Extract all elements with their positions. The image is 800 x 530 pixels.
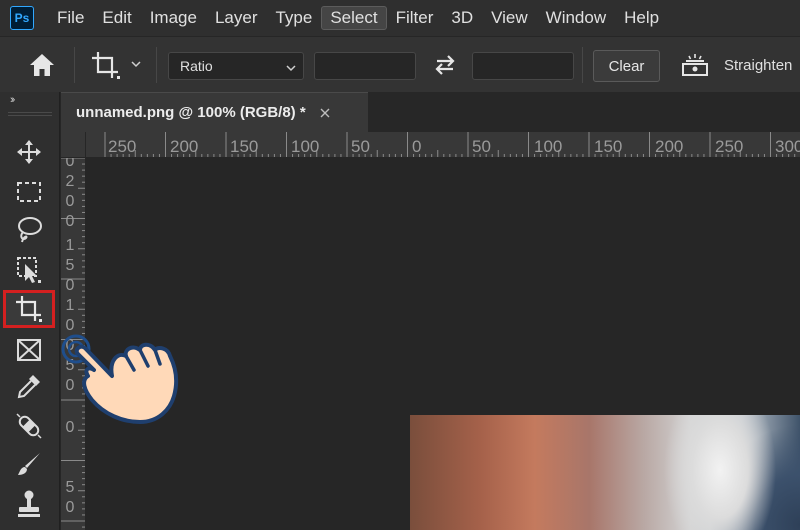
move-icon	[17, 140, 41, 164]
bandage-icon	[16, 413, 42, 439]
ruler-label: 150	[594, 137, 623, 156]
width-input[interactable]	[314, 52, 416, 80]
ruler-label: 250	[108, 137, 137, 156]
straighten-label[interactable]: Straighten	[724, 57, 792, 74]
options-divider	[582, 47, 583, 83]
ruler-label: 0	[65, 277, 75, 294]
menu-3d[interactable]: 3D	[442, 6, 482, 30]
object-selection-tool[interactable]	[6, 252, 52, 288]
document-tab[interactable]: unnamed.png @ 100% (RGB/8) *	[61, 92, 368, 132]
brush-icon	[18, 453, 40, 475]
chevron-down-icon[interactable]	[130, 57, 142, 69]
ruler-label: 300	[775, 137, 800, 156]
ruler-label: 0	[65, 499, 75, 516]
ruler-label: 100	[291, 137, 320, 156]
options-divider	[156, 47, 157, 83]
menu-file[interactable]: File	[48, 6, 93, 30]
ruler-label: 2	[65, 173, 75, 190]
menu-window[interactable]: Window	[537, 6, 615, 30]
clone-stamp-tool[interactable]	[6, 486, 52, 522]
document-image[interactable]	[410, 415, 800, 530]
menu-bar: Ps File Edit Image Layer Type Select Fil…	[0, 0, 800, 36]
rectangular-marquee-icon	[17, 182, 41, 202]
ruler-label: 1	[65, 237, 75, 254]
stamp-icon	[18, 490, 40, 517]
straighten-icon[interactable]	[680, 52, 710, 78]
document-tab-bar: unnamed.png @ 100% (RGB/8) *	[61, 92, 800, 132]
menu-image[interactable]: Image	[141, 6, 206, 30]
menu-edit[interactable]: Edit	[93, 6, 140, 30]
ruler-label: 150	[230, 137, 259, 156]
ruler-label: 0	[65, 193, 75, 210]
ratio-select-value: Ratio	[180, 58, 213, 74]
menu-select[interactable]: Select	[321, 6, 387, 30]
photoshop-logo[interactable]: Ps	[10, 6, 34, 30]
ruler-label: 50	[472, 137, 491, 156]
menu-view[interactable]: View	[482, 6, 537, 30]
crop-icon	[16, 296, 42, 322]
brush-tool[interactable]	[6, 446, 52, 482]
move-tool[interactable]	[6, 134, 52, 170]
document-tab-title: unnamed.png @ 100% (RGB/8) *	[76, 104, 306, 121]
clear-button[interactable]: Clear	[593, 50, 660, 82]
height-input[interactable]	[472, 52, 574, 80]
tools-panel: ››	[0, 92, 60, 530]
lasso-icon	[18, 217, 42, 243]
ruler-label: 200	[170, 137, 199, 156]
ruler-label: 1	[65, 297, 75, 314]
crop-preset-icon[interactable]	[90, 50, 122, 80]
horizontal-ruler[interactable]: 250 200 150 100 50 0 50 100 150 200 250 …	[86, 132, 800, 158]
menu-layer[interactable]: Layer	[206, 6, 267, 30]
object-selection-icon	[17, 257, 41, 283]
ruler-label: 0	[65, 213, 75, 230]
healing-brush-tool[interactable]	[6, 408, 52, 444]
chevron-down-icon	[285, 61, 297, 73]
ruler-label: 5	[65, 479, 75, 496]
frame-icon	[17, 339, 41, 361]
toolbar-grip[interactable]	[8, 112, 52, 116]
eyedropper-icon	[17, 375, 40, 399]
ruler-label: 250	[715, 137, 744, 156]
ruler-label: 0	[65, 158, 75, 170]
eyedropper-tool[interactable]	[6, 368, 52, 404]
toolbar-collapse-icon[interactable]: ››	[10, 94, 16, 106]
pointing-hand-icon	[54, 330, 184, 430]
home-icon[interactable]	[28, 52, 56, 78]
lasso-tool[interactable]	[6, 212, 52, 248]
marquee-tool[interactable]	[6, 174, 52, 210]
ratio-select[interactable]: Ratio	[168, 52, 304, 80]
close-icon[interactable]	[318, 106, 332, 120]
ruler-origin[interactable]	[61, 132, 86, 158]
menu-type[interactable]: Type	[266, 6, 321, 30]
options-divider	[74, 47, 75, 83]
menu-help[interactable]: Help	[615, 6, 668, 30]
crop-tool[interactable]	[3, 290, 55, 328]
ruler-label: 50	[351, 137, 370, 156]
frame-tool[interactable]	[6, 332, 52, 368]
menu-filter[interactable]: Filter	[387, 6, 443, 30]
swap-icon[interactable]	[432, 53, 458, 77]
ruler-label: 0	[412, 137, 422, 156]
options-bar: Ratio Clear Straighten	[0, 36, 800, 92]
ruler-label: 100	[534, 137, 563, 156]
canvas-area[interactable]	[87, 159, 800, 530]
ruler-label: 200	[655, 137, 684, 156]
ruler-label: 5	[65, 257, 75, 274]
